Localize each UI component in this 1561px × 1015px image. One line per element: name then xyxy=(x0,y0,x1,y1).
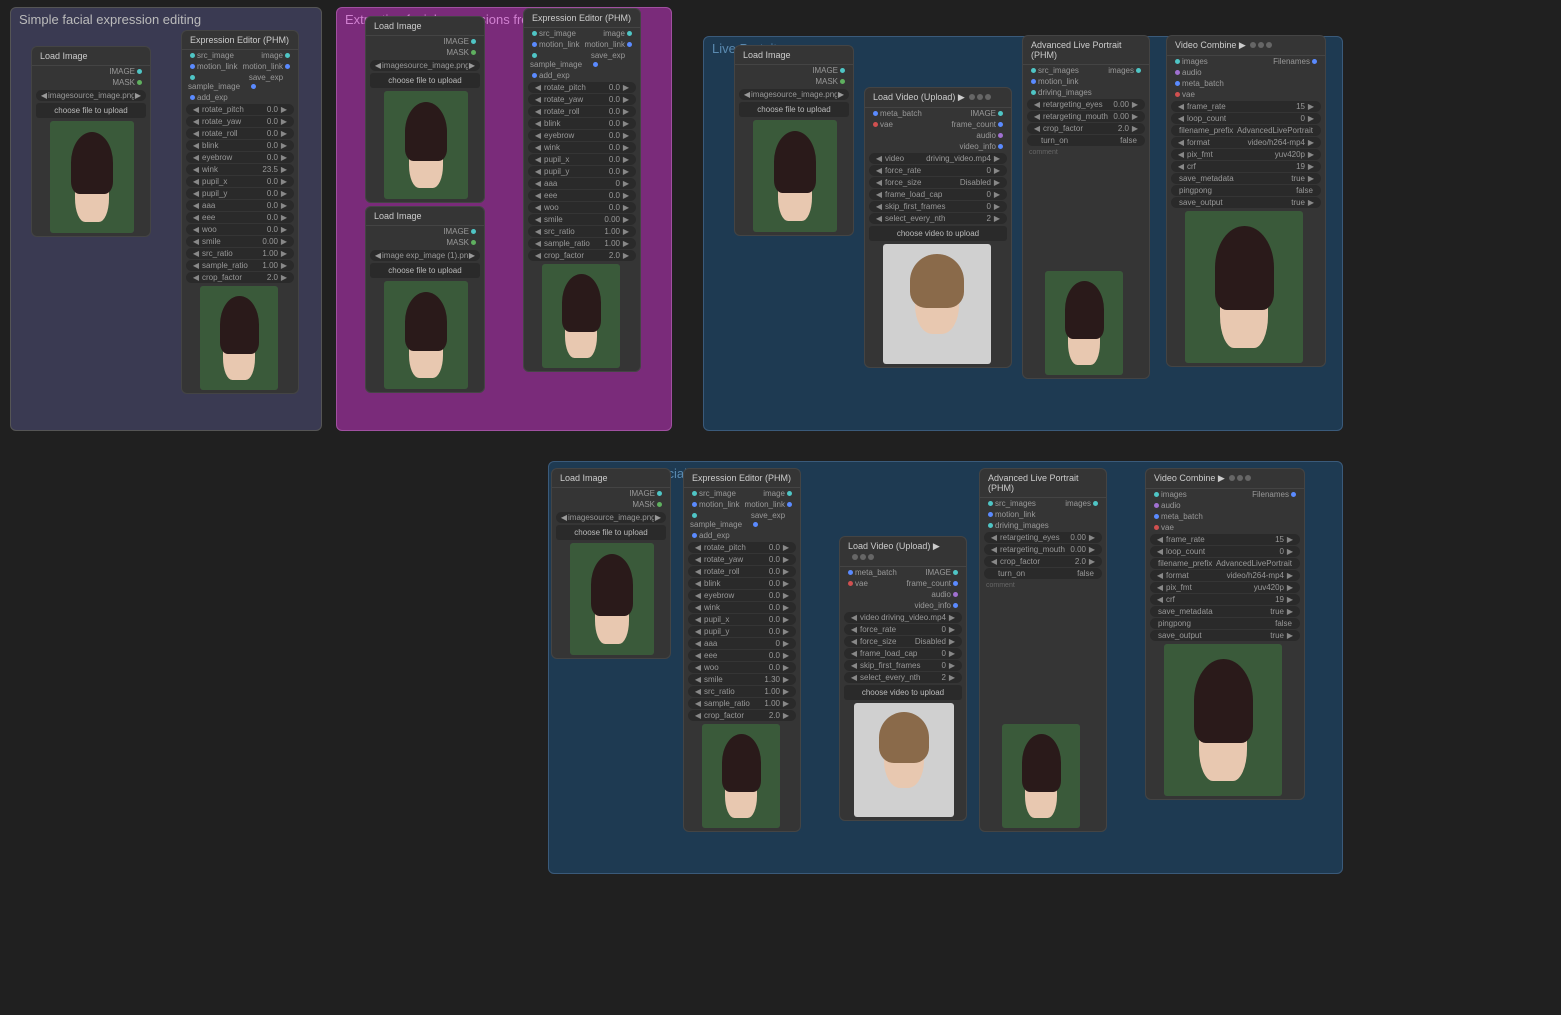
result-preview xyxy=(542,264,620,368)
node-advanced-live-portrait[interactable]: Advanced Live Portrait (PHM) src_imagesi… xyxy=(979,468,1107,832)
group-live-portrait: Live Portait Load Image IMAGE MASK ◀imag… xyxy=(703,36,1343,431)
image-preview xyxy=(384,91,468,199)
node-video-combine[interactable]: Video Combine ▶ imagesFilenames audio me… xyxy=(1166,35,1326,367)
result-preview xyxy=(1045,271,1123,375)
video[interactable]: ◀videodriving_video.mp4▶ xyxy=(869,153,1007,164)
node-load-image[interactable]: Load Image IMAGE MASK ◀imagesource_image… xyxy=(31,46,151,237)
node-load-image[interactable]: Load Image IMAGE MASK ◀imagesource_image… xyxy=(734,45,854,236)
node-video-combine[interactable]: Video Combine ▶ imagesFilenames audio me… xyxy=(1145,468,1305,800)
node-expression-editor[interactable]: Expression Editor (PHM) src_imageimage m… xyxy=(683,468,801,832)
result-preview xyxy=(1185,211,1303,363)
group-title: Simple facial expression editing xyxy=(19,12,201,27)
crop-factor[interactable]: ◀crop_factor2.0▶ xyxy=(186,272,294,283)
image-preview xyxy=(50,121,134,233)
group-live-portrait-editing: Live Portrait with facial expression edi… xyxy=(548,461,1343,874)
node-expression-editor[interactable]: Expression Editor (PHM) src_imageimage m… xyxy=(523,8,641,372)
eyebrow[interactable]: ◀eyebrow0.0▶ xyxy=(186,152,294,163)
image-preview xyxy=(384,281,468,389)
node-load-image[interactable]: Load Image IMAGE MASK ◀imagesource_image… xyxy=(551,468,671,659)
eee[interactable]: ◀eee0.0▶ xyxy=(186,212,294,223)
result-preview xyxy=(1164,644,1282,796)
video-preview xyxy=(883,244,991,364)
play-icon[interactable]: ▶ xyxy=(933,541,940,551)
node-load-video[interactable]: Load Video (Upload) ▶ meta_batchIMAGE va… xyxy=(864,87,1012,368)
video-preview xyxy=(854,703,954,817)
upload-button[interactable]: choose file to upload xyxy=(36,103,146,118)
play-icon[interactable]: ▶ xyxy=(1218,473,1225,483)
woo[interactable]: ◀woo0.0▶ xyxy=(186,224,294,235)
pupil-y[interactable]: ◀pupil_y0.0▶ xyxy=(186,188,294,199)
play-icon[interactable]: ▶ xyxy=(1239,40,1246,50)
prev-arrow[interactable]: ◀ xyxy=(40,91,48,100)
smile[interactable]: ◀smile0.00▶ xyxy=(186,236,294,247)
group-simple-editing: Simple facial expression editing Load Im… xyxy=(10,7,322,431)
result-preview xyxy=(702,724,780,828)
sample-ratio[interactable]: ◀sample_ratio1.00▶ xyxy=(186,260,294,271)
image-preview xyxy=(753,120,837,232)
result-preview xyxy=(200,286,278,390)
file-selector[interactable]: ◀imagesource_image.png▶ xyxy=(370,60,480,71)
node-load-video[interactable]: Load Video (Upload) ▶ meta_batchIMAGE va… xyxy=(839,536,967,821)
node-advanced-live-portrait[interactable]: Advanced Live Portrait (PHM) src_imagesi… xyxy=(1022,35,1150,379)
node-title: Expression Editor (PHM) xyxy=(182,31,298,50)
node-title: Load Image xyxy=(32,47,150,66)
play-icon[interactable]: ▶ xyxy=(958,92,965,102)
file-selector[interactable]: ◀image exp_image (1).png▶ xyxy=(370,250,480,261)
next-arrow[interactable]: ▶ xyxy=(134,91,142,100)
rotate-yaw[interactable]: ◀rotate_yaw0.0▶ xyxy=(186,116,294,127)
blink[interactable]: ◀blink0.0▶ xyxy=(186,140,294,151)
image-preview xyxy=(570,543,654,655)
result-preview xyxy=(1002,724,1080,828)
wink[interactable]: ◀wink23.5▶ xyxy=(186,164,294,175)
node-load-image-b[interactable]: Load Image IMAGE MASK ◀image exp_image (… xyxy=(365,206,485,393)
node-expression-editor[interactable]: Expression Editor (PHM) src_imageimage m… xyxy=(181,30,299,394)
pupil-x[interactable]: ◀pupil_x0.0▶ xyxy=(186,176,294,187)
file-selector[interactable]: ◀imagesource_image.png▶ xyxy=(36,90,146,101)
rotate-roll[interactable]: ◀rotate_roll0.0▶ xyxy=(186,128,294,139)
node-load-image-a[interactable]: Load Image IMAGE MASK ◀imagesource_image… xyxy=(365,16,485,203)
aaa[interactable]: ◀aaa0.0▶ xyxy=(186,200,294,211)
rotate-pitch[interactable]: ◀rotate_pitch0.0▶ xyxy=(186,104,294,115)
group-extract-expressions: Extracting facial expressions from photo… xyxy=(336,7,672,431)
src-ratio[interactable]: ◀src_ratio1.00▶ xyxy=(186,248,294,259)
